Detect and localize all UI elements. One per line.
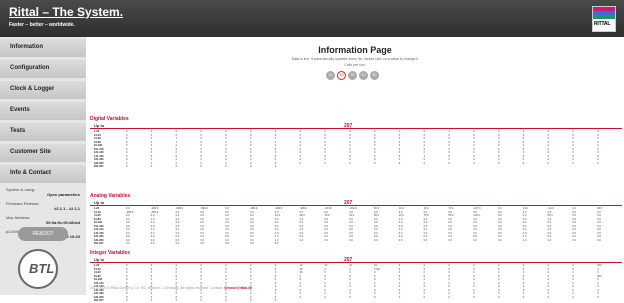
digital-variables-section: Digital Variables Up to 207 1-20 0 0 0 0 0 0 0 0 0 0 0… — [90, 116, 622, 168]
table-row: 201-207 0.0 0.0 0.0 0.0 0.0 0.0 0.0 — [90, 242, 622, 246]
cells-per-row-option-10[interactable]: 10 — [326, 71, 335, 80]
sidebar-item-tests[interactable]: Tests — [0, 123, 86, 141]
value-cell[interactable]: 0 — [250, 299, 251, 303]
sidebar-item-clock-logger[interactable]: Clock & Logger — [0, 81, 86, 99]
cells-per-row-option-30[interactable]: 30 — [348, 71, 357, 80]
row-range-label: 201-207 — [94, 299, 104, 302]
values-grid: 1-20 0 0 0 0 0 0 0 0 0 0 0 1 0 1 0 0 0 0 0 0 21-40 0 0 0 0 0 0 0 0 0 0 0… — [90, 130, 622, 169]
sidebar-item-events[interactable]: Events — [0, 102, 86, 120]
variable-count[interactable]: 207 — [344, 200, 352, 206]
section-title: Integer Variables — [90, 250, 131, 256]
live-note: Data is live, it automatically updates e… — [291, 57, 419, 61]
sidebar: Information Configuration Clock & Logger Ev… — [0, 37, 86, 295]
value-cell[interactable]: 0.0 — [151, 242, 155, 246]
sidebar-item-information[interactable]: Information — [0, 39, 86, 57]
value-cell[interactable]: 0 — [200, 165, 201, 169]
cells-per-row-option-20[interactable]: 20 — [337, 71, 346, 80]
variable-count[interactable]: 207 — [344, 257, 352, 263]
value-cell[interactable]: 0.0 — [126, 242, 130, 246]
sidebar-nav: Information Configuration Clock & Logger Ev… — [0, 37, 86, 183]
value-cell[interactable]: 0 — [225, 165, 226, 169]
cells-per-row-option-50[interactable]: 50 — [370, 71, 379, 80]
mac-value: 00:0a:5c:00:d8:bd — [45, 220, 80, 225]
rittal-logo: RITTAL — [592, 6, 616, 32]
value-cell[interactable]: 0.0 — [200, 242, 204, 246]
analog-variables-section: Analog Variables Up to 207 1-20 0.0 -999.9 -99… — [90, 193, 622, 245]
table-row: 201-207 0 0 0 0 0 0 0 — [90, 165, 622, 169]
logo-text: RITTAL — [594, 21, 611, 27]
value-cell[interactable]: 0 — [225, 299, 226, 303]
value-cell[interactable]: 0.0 — [225, 242, 229, 246]
value-cell[interactable]: 0 — [250, 165, 251, 169]
value-cell[interactable]: 0 — [275, 165, 276, 169]
cells-per-row-option-40[interactable]: 40 — [359, 71, 368, 80]
section-title: Analog Variables — [90, 193, 131, 199]
section-header: Up to 207 — [90, 257, 622, 263]
value-cell[interactable]: 0 — [176, 165, 177, 169]
sidebar-item-customer-site[interactable]: Customer Site — [0, 144, 86, 162]
system-value: Open parameters — [47, 192, 80, 197]
cells-per-row-selector: 10 20 30 40 50 — [326, 71, 379, 80]
btl-logo: BTL — [18, 249, 58, 289]
up-to-label: Up to — [94, 123, 105, 128]
value-cell[interactable]: 0.0 — [275, 242, 279, 246]
row-range-label: 201-207 — [94, 242, 104, 245]
value-cell[interactable]: 0 — [151, 165, 152, 169]
footer-contact-link[interactable]: service@rittal.de — [224, 286, 252, 290]
btl-text: BTL — [29, 261, 55, 276]
section-header: Up to 207 — [90, 123, 622, 129]
sidebar-item-configuration[interactable]: Configuration — [0, 60, 86, 78]
value-cell[interactable]: 0 — [176, 299, 177, 303]
values-grid: 1-20 0 0 0 0 0 0 0 10 20 10 20 0 0 0 0 0 0 0 0 200 21-40 0 0 0 0 0… — [90, 264, 622, 303]
value-cell[interactable]: 0.0 — [250, 242, 254, 246]
section-header: Up to 207 — [90, 200, 622, 206]
brand-title[interactable]: Rittal – The System. — [9, 5, 123, 19]
up-to-label: Up to — [94, 200, 105, 205]
section-title: Digital Variables — [90, 116, 129, 122]
footer-text: 2011-2020 © Rittal GmbH & Co. KG, Herbor… — [90, 286, 225, 290]
cells-per-row-label: Cells per row: — [344, 63, 366, 67]
firmware-value: #2.1.1 - #2.1.1 — [54, 206, 80, 211]
value-cell[interactable]: 0 — [126, 165, 127, 169]
logo-stripe-green — [593, 15, 615, 19]
value-cell[interactable]: 0 — [275, 299, 276, 303]
values-grid: 1-20 0.0 -999.9 -999.9 -999.9 0.0 -999.9 -999.9… — [90, 207, 622, 246]
value-cell[interactable]: 0.0 — [176, 242, 180, 246]
integer-variables-section: Integer Variables Up to 207 1-20 0 0 0 0 0 0 0 10 20… — [90, 250, 622, 302]
value-cell[interactable]: 0 — [200, 299, 201, 303]
value-cell[interactable]: 0 — [126, 299, 127, 303]
reboot-button[interactable]: REBOOT — [18, 227, 68, 241]
page-title: Information Page — [318, 45, 392, 55]
sidebar-item-info-contact[interactable]: Info & Contact — [0, 165, 86, 183]
site-header: Rittal – The System. Faster – better – w… — [0, 0, 624, 37]
main-content: Information Page Data is live, it automa… — [86, 37, 624, 302]
variable-count[interactable]: 207 — [344, 123, 352, 129]
brand-tagline: Faster – better – worldwide. — [9, 22, 75, 28]
row-range-label: 201-207 — [94, 165, 104, 168]
table-row: 201-207 0 0 0 0 0 0 0 — [90, 299, 622, 303]
footer: 2011-2020 © Rittal GmbH & Co. KG, Herbor… — [90, 286, 252, 290]
up-to-label: Up to — [94, 257, 105, 262]
value-cell[interactable]: 0 — [151, 299, 152, 303]
